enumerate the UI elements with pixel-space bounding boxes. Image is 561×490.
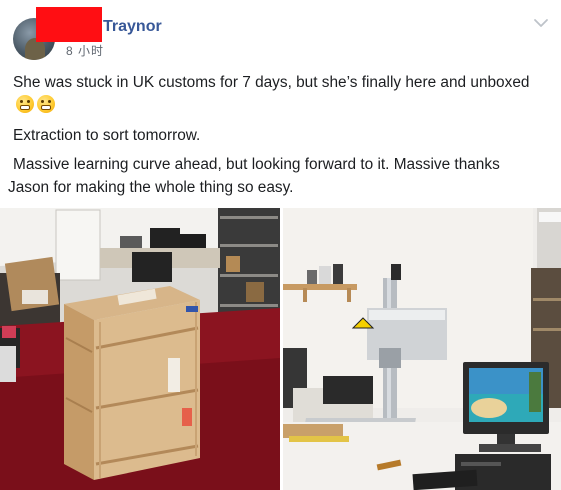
photo-grid <box>0 208 561 490</box>
grimacing-face-icon <box>16 95 34 113</box>
paragraph-line: Massive learning curve ahead, but lookin… <box>13 156 500 173</box>
photo-wooden-crate[interactable] <box>0 208 280 490</box>
message-paragraph-2: Extraction to sort tomorrow. <box>13 127 201 144</box>
laser-photo-image <box>283 208 561 490</box>
post-header: Traynor 8 小时 <box>0 0 561 66</box>
facebook-post: Traynor 8 小时 She was stuck in UK customs… <box>0 0 561 490</box>
post-timestamp[interactable]: 8 小时 <box>66 42 104 59</box>
message-paragraph-1: She was stuck in UK customs for 7 days, … <box>13 71 553 117</box>
crate-photo-image <box>0 208 280 490</box>
message-paragraph-3: Massive learning curve ahead, but lookin… <box>8 153 561 199</box>
chevron-down-icon[interactable] <box>532 14 550 32</box>
redaction-box <box>36 7 102 42</box>
paragraph-text: She was stuck in UK customs for 7 days, … <box>13 74 530 91</box>
grimacing-face-icon <box>37 95 55 113</box>
author-name[interactable]: Traynor <box>103 18 162 36</box>
paragraph-line: Jason for making the whole thing so easy… <box>8 179 294 196</box>
photo-laser-engraver[interactable] <box>283 208 561 490</box>
